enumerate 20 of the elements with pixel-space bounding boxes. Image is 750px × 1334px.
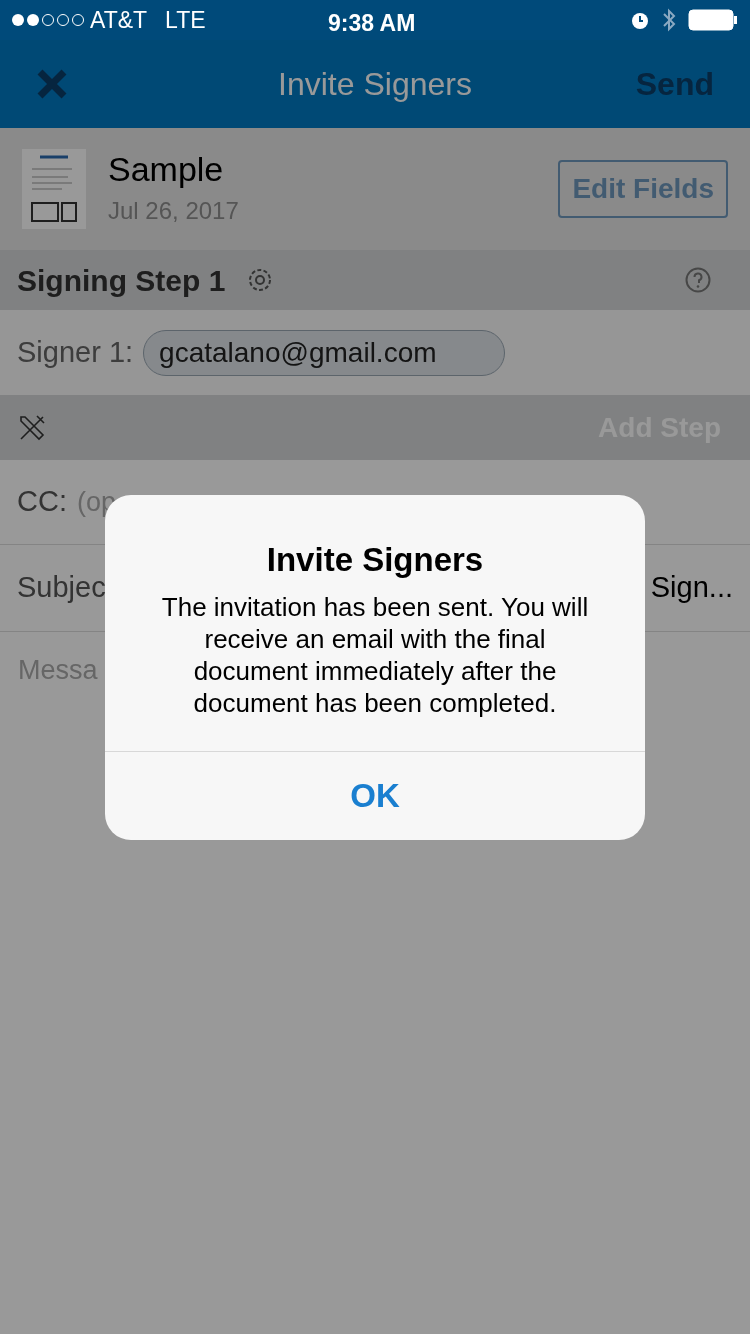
alarm-icon (630, 10, 650, 30)
cc-label: CC: (17, 484, 67, 520)
dialog-message: The invitation has been sent. You will receive an email with the final document immediately after the document has been completed. (160, 590, 590, 719)
tools-icon[interactable] (17, 412, 47, 443)
signer-label: Signer 1: (17, 334, 134, 370)
subject-value: Sign... (650, 570, 733, 606)
help-icon[interactable] (685, 267, 711, 293)
carrier-label: AT&T (90, 5, 148, 35)
clock: 9:38 AM (328, 9, 416, 38)
subject-label: Subjec (17, 570, 106, 606)
signer-email-chip[interactable]: gcatalano@gmail.com (143, 329, 506, 376)
step-title: Signing Step 1 (17, 262, 226, 299)
ok-button[interactable]: OK (105, 752, 645, 840)
edit-fields-button[interactable]: Edit Fields (558, 160, 728, 218)
dialog-title: Invite Signers (266, 540, 484, 580)
nav-title: Invite Signers (278, 65, 472, 104)
battery-icon (688, 9, 738, 31)
network-label: LTE (165, 5, 206, 35)
document-name: Sample (108, 149, 225, 189)
bluetooth-icon (662, 8, 676, 32)
